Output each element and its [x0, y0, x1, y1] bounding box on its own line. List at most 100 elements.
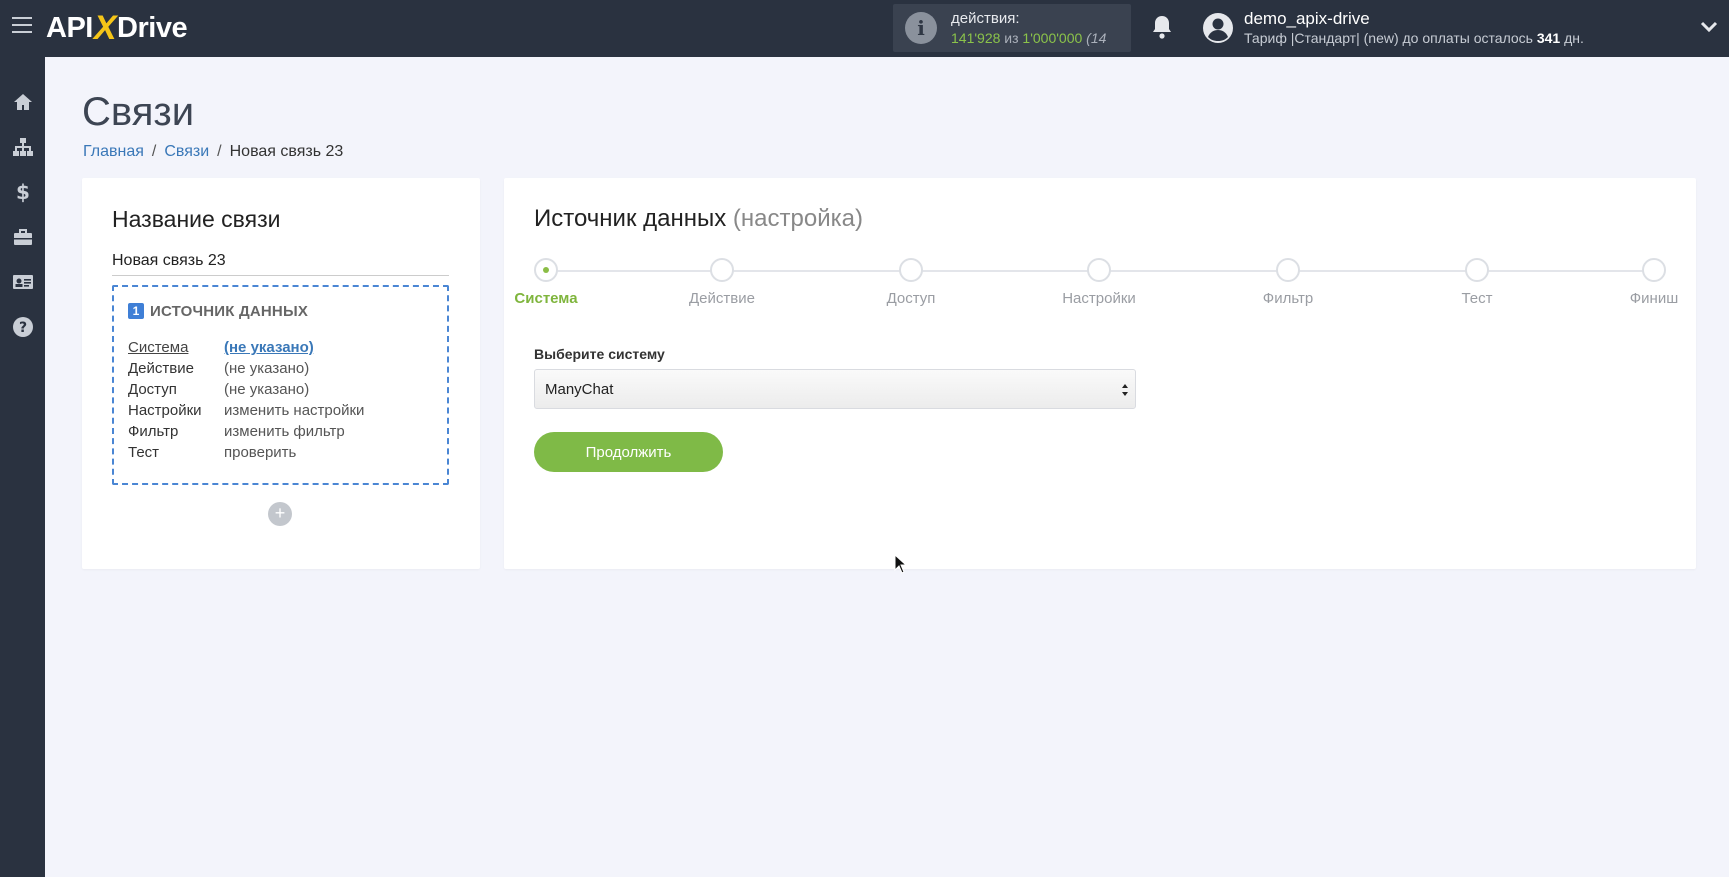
source-row-filter: Фильтр изменить фильтр [128, 423, 345, 440]
continue-button[interactable]: Продолжить [534, 432, 723, 472]
source-heading: ИСТОЧНИК ДАННЫХ [150, 303, 309, 320]
step-access[interactable]: Доступ [851, 258, 971, 307]
source-row-value[interactable]: (не указано) [224, 339, 314, 356]
info-icon: i [905, 12, 937, 44]
source-row-value: изменить фильтр [224, 423, 345, 440]
user-avatar-icon[interactable] [1202, 12, 1234, 44]
step-label: Система [514, 290, 578, 307]
step-dot [710, 258, 734, 282]
bell-icon[interactable] [1150, 14, 1174, 40]
logo-api: API [46, 11, 93, 44]
dollar-icon: $ [16, 181, 30, 203]
select-system-label: Выберите систему [534, 346, 665, 362]
sidebar-item-profile[interactable] [0, 259, 45, 304]
sidebar-item-help[interactable]: ? [0, 304, 45, 349]
top-bar: API X Drive i действия: 141'928 из 1'000'0… [0, 0, 1729, 57]
logo-drive: Drive [117, 11, 188, 44]
actions-counter[interactable]: i действия: 141'928 из 1'000'000 (14 [893, 4, 1131, 52]
breadcrumb: Главная / Связи / Новая связь 23 [83, 143, 343, 161]
chevron-down-icon[interactable] [1700, 20, 1718, 34]
source-row-test: Тест проверить [128, 444, 296, 461]
source-row-settings: Настройки изменить настройки [128, 402, 364, 419]
home-icon [13, 93, 32, 110]
sidebar-item-connections[interactable] [0, 124, 45, 169]
source-block[interactable]: 1 ИСТОЧНИК ДАННЫХ Система (не указано) Де… [112, 285, 449, 485]
source-row-value: проверить [224, 444, 297, 461]
source-row-key: Настройки [128, 402, 202, 419]
step-label: Доступ [886, 290, 936, 307]
connection-name-card: Название связи 1 ИСТОЧНИК ДАННЫХ Система… [82, 178, 480, 569]
source-row-value: (не указано) [224, 360, 310, 377]
breadcrumb-connections[interactable]: Связи [164, 143, 209, 160]
data-source-card: Источник данных (настройка) Система Дейс… [504, 178, 1696, 569]
step-dot [1642, 258, 1666, 282]
plan-days-suffix: дн. [1560, 30, 1584, 46]
step-dot [1087, 258, 1111, 282]
actions-of: из [1004, 30, 1019, 46]
step-finish[interactable]: Финиш [1594, 258, 1714, 307]
data-source-title-main: Источник данных [534, 205, 727, 232]
plan-days: 341 [1536, 30, 1561, 46]
actions-extra: (14 [1086, 30, 1107, 46]
system-select[interactable]: ManyChat [534, 369, 1136, 409]
step-system[interactable]: Система [486, 258, 606, 307]
user-name[interactable]: demo_apix-drive [1244, 9, 1370, 29]
step-dot [534, 258, 558, 282]
svg-text:?: ? [18, 320, 26, 336]
actions-used: 141'928 [951, 30, 1001, 46]
svg-text:$: $ [16, 181, 30, 203]
briefcase-icon [13, 228, 32, 245]
mouse-cursor-icon [894, 554, 908, 574]
step-label: Действие [689, 290, 755, 307]
step-dot [899, 258, 923, 282]
help-icon: ? [12, 316, 33, 337]
source-number-badge: 1 [128, 303, 144, 319]
user-plan: Тариф |Стандарт| (new) до оплаты осталос… [1244, 30, 1584, 46]
source-row-key: Доступ [128, 381, 177, 398]
page-title: Связи [82, 90, 195, 134]
sidebar-item-billing[interactable]: $ [0, 169, 45, 214]
sitemap-icon [12, 137, 33, 156]
breadcrumb-separator: / [217, 143, 222, 160]
select-arrows-icon [1122, 384, 1128, 396]
data-source-title-sub: (настройка) [732, 205, 863, 232]
breadcrumb-current: Новая связь 23 [229, 143, 344, 160]
step-label: Тест [1461, 290, 1493, 307]
data-source-title: Источник данных (настройка) [534, 205, 863, 233]
actions-count: 141'928 из 1'000'000 (14 [951, 30, 1123, 46]
step-label: Настройки [1062, 290, 1136, 307]
step-dot [1276, 258, 1300, 282]
source-row-access: Доступ (не указано) [128, 381, 309, 398]
source-row-action: Действие (не указано) [128, 360, 309, 377]
source-row-value: (не указано) [224, 381, 310, 398]
source-row-key: Фильтр [128, 423, 179, 440]
sidebar-item-home[interactable] [0, 79, 45, 124]
step-label: Финиш [1629, 290, 1679, 307]
source-row-key: Тест [128, 444, 160, 461]
source-row-key: Действие [128, 360, 194, 377]
sidebar-item-services[interactable] [0, 214, 45, 259]
actions-title: действия: [951, 10, 1020, 27]
id-card-icon [12, 274, 33, 289]
step-dot [1465, 258, 1489, 282]
breadcrumb-home[interactable]: Главная [83, 143, 144, 160]
logo[interactable]: API X Drive [46, 8, 188, 47]
menu-icon[interactable] [12, 17, 32, 35]
source-row-key[interactable]: Система [128, 339, 224, 356]
system-select-value: ManyChat [545, 381, 614, 398]
actions-limit: 1'000'000 [1022, 30, 1083, 46]
source-row-value: изменить настройки [224, 402, 365, 419]
source-row-system: Система (не указано) [128, 339, 314, 356]
step-action[interactable]: Действие [662, 258, 782, 307]
connection-name-input[interactable] [112, 246, 449, 276]
connection-name-title: Название связи [112, 206, 281, 232]
sidebar: $ ? [0, 57, 45, 877]
step-label: Фильтр [1262, 290, 1314, 307]
step-test[interactable]: Тест [1417, 258, 1537, 307]
breadcrumb-separator: / [151, 143, 157, 160]
plan-text: Тариф |Стандарт| (new) до оплаты осталос… [1244, 30, 1537, 46]
add-destination-button[interactable]: + [268, 502, 292, 526]
step-filter[interactable]: Фильтр [1228, 258, 1348, 307]
step-settings[interactable]: Настройки [1039, 258, 1159, 307]
logo-x: X [93, 8, 117, 47]
